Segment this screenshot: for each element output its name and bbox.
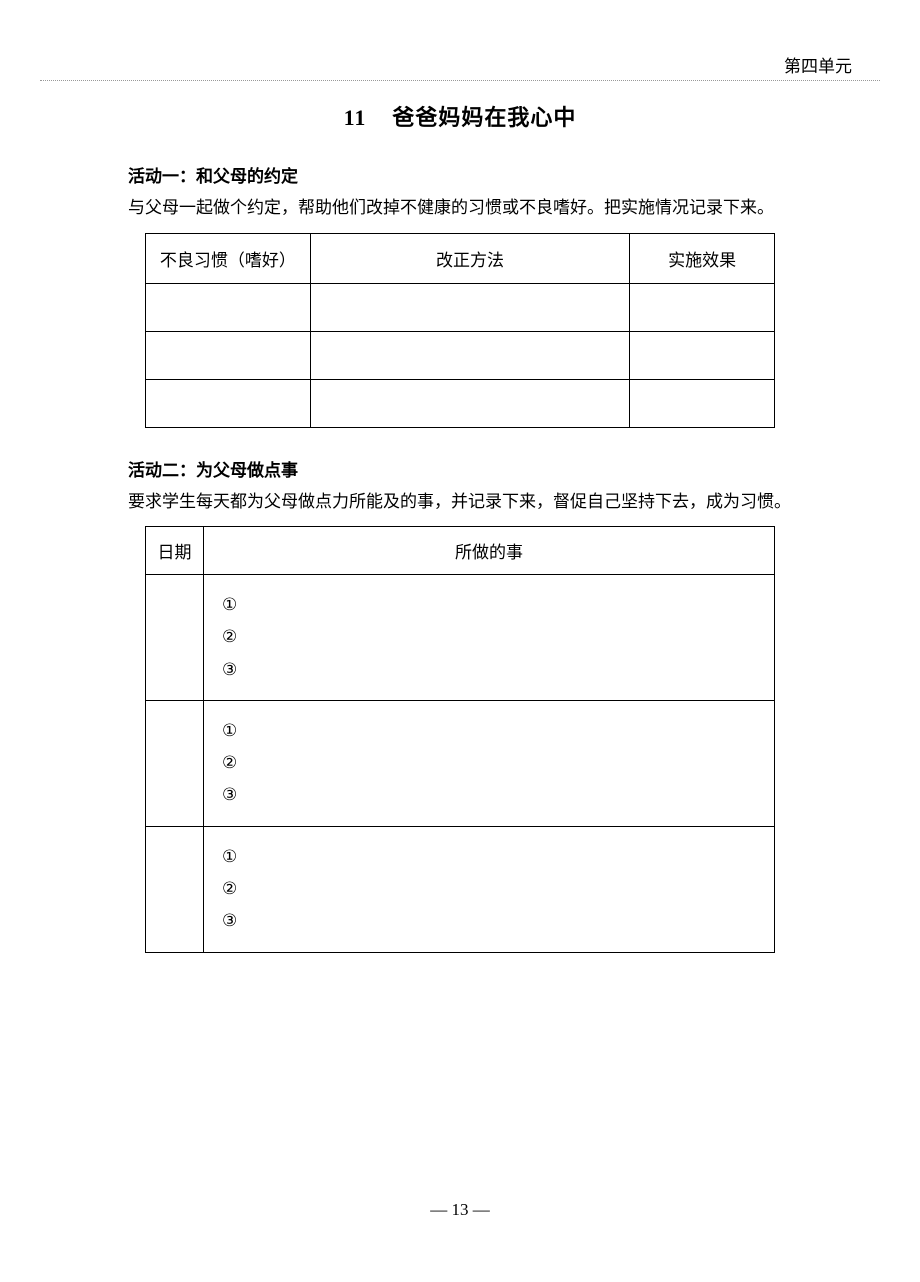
header-effect: 实施效果 [630,233,775,283]
task-item-1: ① [222,589,774,621]
cell-habit [146,283,311,331]
tasks-table: 日期 所做的事 ① ② ③ ① ② ③ ① ② ③ [145,526,775,953]
cell-date [146,826,204,952]
header-tasks: 所做的事 [204,527,775,575]
table-row [146,283,775,331]
page-number: — 13 — [0,1200,920,1220]
task-item-3: ③ [222,779,774,811]
task-item-3: ③ [222,654,774,686]
task-item-1: ① [222,715,774,747]
content-area: 11 爸爸妈妈在我心中 活动一：和父母的约定 与父母一起做个约定，帮助他们改掉不… [128,100,792,953]
task-item-2: ② [222,621,774,653]
table-header-row: 日期 所做的事 [146,527,775,575]
cell-date [146,700,204,826]
header-date: 日期 [146,527,204,575]
header-correction: 改正方法 [310,233,629,283]
page-title: 11 爸爸妈妈在我心中 [128,100,792,132]
table-row [146,379,775,427]
cell-tasks: ① ② ③ [204,575,775,701]
activity2-description: 要求学生每天都为父母做点力所能及的事，并记录下来，督促自己坚持下去，成为习惯。 [128,489,792,515]
habits-table: 不良习惯（嗜好） 改正方法 实施效果 [145,233,775,428]
cell-tasks: ① ② ③ [204,700,775,826]
title-number: 11 [344,105,367,130]
activity1-heading: 活动一：和父母的约定 [128,162,792,187]
table-row: ① ② ③ [146,700,775,826]
table-header-row: 不良习惯（嗜好） 改正方法 实施效果 [146,233,775,283]
cell-habit [146,331,311,379]
cell-tasks: ① ② ③ [204,826,775,952]
divider-line [40,80,880,81]
task-item-2: ② [222,747,774,779]
unit-label: 第四单元 [784,57,852,76]
cell-effect [630,331,775,379]
header-bad-habit: 不良习惯（嗜好） [146,233,311,283]
table-row: ① ② ③ [146,575,775,701]
cell-habit [146,379,311,427]
task-item-2: ② [222,873,774,905]
cell-correction [310,331,629,379]
cell-effect [630,283,775,331]
unit-header: 第四单元 [784,52,852,77]
activity2-heading: 活动二：为父母做点事 [128,456,792,481]
table-row [146,331,775,379]
cell-effect [630,379,775,427]
activity1-description: 与父母一起做个约定，帮助他们改掉不健康的习惯或不良嗜好。把实施情况记录下来。 [128,195,792,221]
cell-correction [310,379,629,427]
cell-date [146,575,204,701]
task-item-3: ③ [222,905,774,937]
table-row: ① ② ③ [146,826,775,952]
cell-correction [310,283,629,331]
title-text: 爸爸妈妈在我心中 [392,105,576,130]
task-item-1: ① [222,841,774,873]
